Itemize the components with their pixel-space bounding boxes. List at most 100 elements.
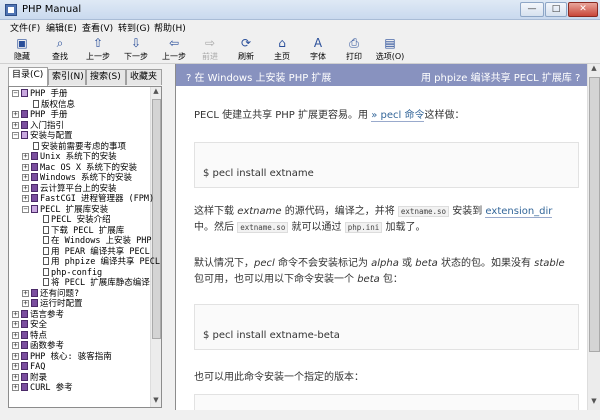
tree-item[interactable]: + PHP 手册 — [12, 110, 67, 120]
tree-item[interactable]: 用 PEAR 编译共享 PECL — [32, 246, 150, 257]
toolbar: ▣ 隐藏 ⌕ 查找 ⇧ 上一步 ⇩ 下一步 ⇦ 上一步 ⇨ 前进 ⟳ 刷新 ⌂ 主页 A 字体 ⎙… — [0, 34, 600, 64]
tree-item[interactable]: 在 Windows 上安装 PHP — [32, 236, 152, 246]
content-scroll-thumb[interactable] — [589, 77, 600, 352]
pecl-command-link[interactable]: » pecl 命令 — [371, 110, 425, 122]
scroll-up-icon[interactable]: ▲ — [588, 64, 600, 75]
expand-icon[interactable]: + — [12, 310, 19, 318]
font-button[interactable]: A 字体 — [300, 36, 336, 63]
tree-item[interactable]: + Windows 系统下的安装 — [22, 173, 132, 183]
tree-item[interactable]: 安装前需要考虑的事项 — [22, 141, 126, 152]
expand-icon[interactable]: + — [12, 331, 19, 339]
close-button[interactable]: ✕ — [568, 2, 598, 17]
scroll-down-icon[interactable]: ▼ — [151, 396, 161, 407]
tree-item-label: PHP 手册 — [30, 89, 68, 99]
tree-item[interactable]: + 入门指引 — [12, 120, 64, 131]
content-scrollbar[interactable]: ▲ ▼ — [587, 64, 600, 410]
expand-icon[interactable]: + — [12, 321, 19, 328]
collapse-icon[interactable]: − — [12, 132, 19, 139]
minimize-button[interactable]: — — [520, 2, 544, 17]
tree-item[interactable]: − PHP 手册 — [12, 89, 67, 99]
next-page-link[interactable]: 用 phpize 编译共享 PECL 扩展库 ? — [421, 69, 580, 84]
book-icon — [21, 320, 28, 328]
scroll-down-icon[interactable]: ▼ — [588, 397, 600, 408]
expand-icon[interactable]: + — [22, 184, 29, 192]
tree-item[interactable]: + 附录 — [12, 372, 48, 383]
tree-item-label: 安全 — [30, 320, 48, 330]
tree-item[interactable]: 将 PECL 扩展库静态编译 — [32, 278, 150, 288]
book-icon — [21, 372, 28, 381]
tree-item[interactable]: + 函数参考 — [12, 341, 64, 351]
maximize-button[interactable]: □ — [545, 2, 567, 17]
expand-icon[interactable]: + — [22, 195, 29, 202]
tree-item[interactable]: 版权信息 — [22, 99, 75, 110]
prev-page-link[interactable]: ? 在 Windows 上安装 PHP 扩展 — [186, 69, 331, 84]
expand-icon[interactable]: + — [12, 121, 19, 129]
options-button[interactable]: ▤ 选项(O) — [372, 36, 408, 63]
tab-search[interactable]: 搜索(S) — [86, 69, 126, 85]
tree-item-label: 函数参考 — [30, 341, 65, 351]
tab-index[interactable]: 索引(N) — [48, 69, 86, 85]
book-icon — [21, 120, 28, 129]
collapse-icon[interactable]: − — [12, 90, 19, 97]
tree-item-label: PHP 核心: 骇客指南 — [30, 351, 112, 362]
expand-icon[interactable]: + — [12, 342, 19, 349]
tree-item[interactable]: php-config — [32, 267, 102, 278]
code-example-2: $ pecl install extname-beta — [194, 304, 579, 350]
expand-icon[interactable]: + — [12, 373, 19, 381]
expand-icon[interactable]: + — [12, 352, 19, 360]
tree-item[interactable]: + 特点 — [12, 330, 47, 341]
page-icon — [33, 141, 39, 150]
down-arrow-icon: ⇩ — [130, 36, 142, 50]
expand-icon[interactable]: + — [22, 300, 29, 307]
content-nav-header: ? 在 Windows 上安装 PHP 扩展 用 phpize 编译共享 PEC… — [176, 64, 600, 86]
tree-item[interactable]: + Mac OS X 系统下的安装 — [22, 162, 137, 173]
tree-item[interactable]: + CURL 参考 — [12, 383, 73, 393]
tree-scroll-thumb[interactable] — [152, 99, 161, 339]
tree-item[interactable]: 用 phpize 编译共享 PECL — [32, 257, 160, 267]
tree-item[interactable]: 下载 PECL 扩展库 — [32, 225, 124, 236]
next-topic-button[interactable]: ⇩ 下一步 — [118, 36, 154, 63]
tree-item[interactable]: + 还有问题? — [22, 288, 80, 299]
hide-button[interactable]: ▣ 隐藏 — [4, 36, 40, 63]
forward-button[interactable]: ⇨ 前进 — [192, 36, 228, 63]
refresh-button[interactable]: ⟳ 刷新 — [228, 36, 264, 63]
scroll-up-icon[interactable]: ▲ — [151, 87, 161, 98]
menu-edit[interactable]: 编辑(E) — [46, 21, 77, 34]
menu-view[interactable]: 查看(V) — [82, 21, 113, 34]
tree-item[interactable]: − PECL 扩展库安装 — [22, 204, 108, 215]
prev-topic-button[interactable]: ⇧ 上一步 — [80, 36, 116, 63]
menu-help[interactable]: 帮助(H) — [154, 21, 186, 34]
tree-item[interactable]: + FastCGI 进程管理器 (FPM) — [22, 194, 154, 204]
menu-file[interactable]: 文件(F) — [10, 21, 40, 34]
tab-favorites[interactable]: 收藏夹 — [126, 69, 162, 85]
expand-icon[interactable]: + — [22, 289, 29, 297]
expand-icon[interactable]: + — [22, 163, 29, 171]
menu-go[interactable]: 转到(G) — [118, 21, 150, 34]
print-button[interactable]: ⎙ 打印 — [336, 36, 372, 63]
tree-item[interactable]: + FAQ — [12, 362, 45, 372]
tree-item[interactable]: + 运行时配置 — [22, 299, 83, 309]
tree-item-label: 还有问题? — [40, 288, 80, 299]
expand-icon[interactable]: + — [22, 153, 29, 160]
tree-item[interactable]: PECL 安装介绍 — [32, 215, 111, 225]
tree-item[interactable]: + 云计算平台上的安装 — [22, 183, 117, 194]
tree-item[interactable]: + Unix 系统下的安装 — [22, 152, 117, 162]
tree-item[interactable]: + 安全 — [12, 320, 47, 330]
expand-icon[interactable]: + — [12, 111, 19, 118]
expand-icon[interactable]: + — [12, 384, 19, 391]
tree-item[interactable]: − 安装与配置 — [12, 131, 73, 141]
back-button[interactable]: ⇦ 上一步 — [156, 36, 192, 63]
expand-icon[interactable]: + — [22, 174, 29, 181]
expand-icon[interactable]: + — [12, 363, 19, 370]
window-title: PHP Manual — [22, 4, 82, 15]
up-arrow-icon: ⇧ — [92, 36, 104, 50]
tree-item[interactable]: + PHP 核心: 骇客指南 — [12, 351, 112, 362]
collapse-icon[interactable]: − — [22, 205, 29, 213]
extension-dir-link[interactable]: extension_dir — [485, 206, 553, 218]
tree-item[interactable]: + 语言参考 — [12, 309, 64, 320]
home-button[interactable]: ⌂ 主页 — [264, 36, 300, 63]
tree-item-label: 附录 — [30, 372, 48, 383]
tab-contents[interactable]: 目录(C) — [8, 67, 48, 86]
find-button[interactable]: ⌕ 查找 — [42, 36, 78, 63]
tree-scrollbar[interactable]: ▲ ▼ — [150, 87, 161, 407]
